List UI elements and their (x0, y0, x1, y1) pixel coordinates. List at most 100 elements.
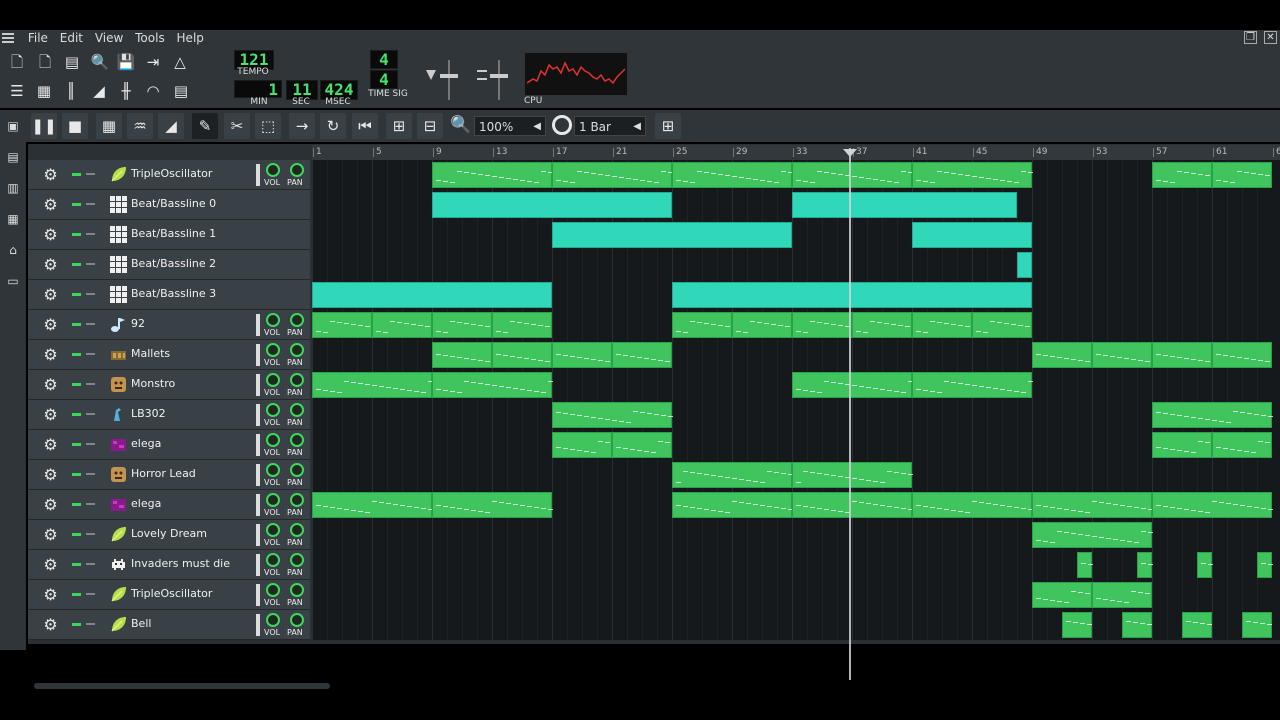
track-solo-led[interactable] (86, 323, 95, 325)
sidebar-my-computer-icon[interactable]: ▭ (6, 274, 20, 288)
track-volume-knob[interactable] (266, 313, 280, 327)
master-pitch-slider[interactable] (474, 60, 514, 100)
track-mute-led[interactable] (72, 593, 81, 596)
beat-bassline-pattern-clip[interactable] (672, 282, 1032, 308)
track-solo-led[interactable] (86, 203, 95, 205)
track-solo-led[interactable] (86, 593, 95, 595)
track-name[interactable]: Beat/Bassline 3 (131, 287, 216, 300)
pattern-clip[interactable] (432, 372, 553, 398)
pattern-clip[interactable] (612, 342, 672, 368)
track-settings-gear-icon[interactable]: ⚙ (42, 616, 59, 633)
track-volume-knob[interactable] (266, 343, 280, 357)
track-lane[interactable] (312, 280, 1280, 310)
pattern-clip[interactable] (432, 312, 492, 338)
track-settings-gear-icon[interactable]: ⚙ (42, 166, 59, 183)
pattern-clip[interactable] (912, 162, 1033, 188)
track-volume-knob[interactable] (266, 433, 280, 447)
pattern-clip[interactable] (492, 342, 552, 368)
pattern-clip[interactable] (1092, 582, 1152, 608)
track-settings-gear-icon[interactable]: ⚙ (42, 466, 59, 483)
new-project-icon[interactable]: 🗋 (6, 51, 28, 73)
track-header[interactable]: ⚙ Monstro VOL PAN (28, 370, 310, 400)
track-header[interactable]: ⚙ Mallets VOL PAN (28, 340, 310, 370)
track-mute-led[interactable] (72, 203, 81, 206)
pattern-clip[interactable] (1152, 402, 1273, 428)
track-mute-led[interactable] (72, 263, 81, 266)
track-name[interactable]: Horror Lead (131, 467, 196, 480)
track-lane[interactable] (312, 610, 1280, 640)
track-settings-gear-icon[interactable]: ⚙ (42, 526, 59, 543)
track-settings-gear-icon[interactable]: ⚙ (42, 406, 59, 423)
pattern-clip[interactable] (312, 312, 372, 338)
pattern-clip[interactable] (312, 492, 433, 518)
track-mute-led[interactable] (72, 233, 81, 236)
track-mute-led[interactable] (72, 173, 81, 176)
timeline-ruler[interactable]: 1 5 9 13 17 21 25 29 33 37 41 45 49 53 57 61 65 (312, 145, 1280, 160)
track-panning-knob[interactable] (290, 373, 304, 387)
track-volume-knob[interactable] (266, 613, 280, 627)
draw-mode-button[interactable]: ✎ (192, 113, 218, 139)
quantize-combobox[interactable]: 1 Bar ◀ (574, 116, 646, 136)
track-solo-led[interactable] (86, 233, 95, 235)
track-settings-gear-icon[interactable]: ⚙ (42, 226, 59, 243)
track-settings-gear-icon[interactable]: ⚙ (42, 316, 59, 333)
track-solo-led[interactable] (86, 623, 95, 625)
track-name[interactable]: Mallets (131, 347, 170, 360)
pattern-clip[interactable] (552, 402, 673, 428)
pattern-clip[interactable] (1032, 492, 1153, 518)
track-mute-led[interactable] (72, 623, 81, 626)
track-name[interactable]: Bell (131, 617, 151, 630)
add-beat-bassline-button[interactable]: ▦ (96, 113, 122, 139)
track-name[interactable]: TripleOscillator (131, 167, 212, 180)
track-panning-knob[interactable] (290, 343, 304, 357)
song-editor-icon[interactable]: ☰ (6, 80, 28, 102)
track-panning-knob[interactable] (290, 523, 304, 537)
track-volume-knob[interactable] (266, 163, 280, 177)
pattern-clip[interactable] (1032, 522, 1153, 548)
knife-mode-button[interactable]: ✂ (224, 113, 250, 139)
pattern-clip[interactable] (792, 492, 913, 518)
track-header[interactable]: ⚙ Bell VOL PAN (28, 610, 310, 640)
menu-tools[interactable]: Tools (135, 30, 165, 46)
track-header[interactable]: ⚙ elega VOL PAN (28, 430, 310, 460)
track-panning-knob[interactable] (290, 553, 304, 567)
pattern-clip[interactable] (1257, 552, 1273, 578)
track-volume-knob[interactable] (266, 583, 280, 597)
track-lane[interactable] (312, 220, 1280, 250)
pattern-clip[interactable] (792, 372, 913, 398)
project-notes-icon[interactable]: ▤ (170, 80, 192, 102)
auto-scroll-button[interactable]: → (289, 113, 315, 139)
pattern-clip[interactable] (792, 162, 913, 188)
pattern-clip[interactable] (1152, 432, 1212, 458)
track-volume-knob[interactable] (266, 373, 280, 387)
loop-points-button[interactable]: ↻ (320, 113, 346, 139)
track-name[interactable]: Beat/Bassline 1 (131, 227, 216, 240)
track-name[interactable]: 92 (131, 317, 145, 330)
beat-bassline-pattern-clip[interactable] (912, 222, 1032, 248)
menu-edit[interactable]: Edit (60, 30, 83, 46)
track-header[interactable]: ⚙ TripleOscillator VOL PAN (28, 580, 310, 610)
track-header[interactable]: ⚙ 92 VOL PAN (28, 310, 310, 340)
pattern-clip[interactable] (672, 462, 793, 488)
controller-rack-icon[interactable]: ◠ (142, 80, 164, 102)
track-lane[interactable] (312, 520, 1280, 550)
sidebar-instrument-plugins-icon[interactable]: ▣ (6, 119, 20, 133)
track-name[interactable]: Lovely Dream (131, 527, 207, 540)
track-solo-led[interactable] (86, 473, 95, 475)
track-lane[interactable] (312, 160, 1280, 190)
track-lane[interactable] (312, 580, 1280, 610)
pattern-clip[interactable] (1242, 612, 1272, 638)
sidebar-my-presets-icon[interactable]: ▦ (6, 212, 20, 226)
sidebar-my-home-icon[interactable]: ⌂ (6, 243, 20, 257)
track-header[interactable]: ⚙ Lovely Dream VOL PAN (28, 520, 310, 550)
track-name[interactable]: Beat/Bassline 2 (131, 257, 216, 270)
track-panning-knob[interactable] (290, 163, 304, 177)
remove-bar-button[interactable]: ⊟ (417, 113, 443, 139)
new-from-template-icon[interactable]: 🗋 (34, 51, 56, 73)
add-automation-track-button[interactable]: ◢ (158, 113, 184, 139)
track-mute-led[interactable] (72, 323, 81, 326)
track-solo-led[interactable] (86, 383, 95, 385)
track-lane[interactable] (312, 340, 1280, 370)
beat-bassline-editor-icon[interactable]: ▦ (33, 80, 55, 102)
track-panning-knob[interactable] (290, 583, 304, 597)
